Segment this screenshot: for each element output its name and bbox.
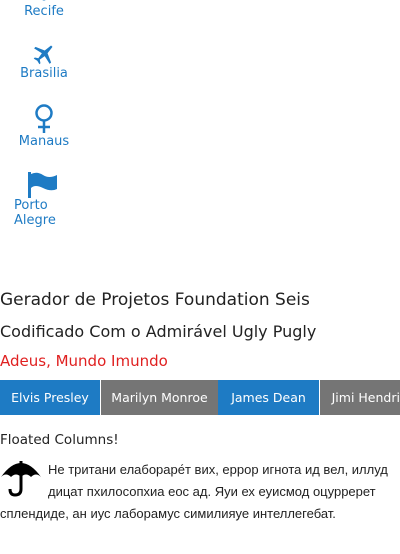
jimi-hendrix-button[interactable]: Jimi Hendrix (319, 380, 400, 415)
flag-icon (28, 172, 57, 198)
marilyn-monroe-button[interactable]: Marilyn Monroe (100, 380, 218, 415)
icon-spacer (0, 459, 48, 501)
floated-columns-title: Floated Columns! (0, 432, 119, 448)
page-subtitle: Codificado Com o Admirável Ugly Pugly (0, 322, 317, 341)
airplane-icon (33, 45, 53, 65)
tagline: Adeus, Mundo Imundo (0, 352, 168, 370)
elvis-presley-button[interactable]: Elvis Presley (0, 380, 100, 415)
floated-paragraph: Не тритани елабораре́т вих, еррор игнота… (0, 459, 392, 525)
female-icon (35, 104, 53, 133)
sidebar-item-label: Porto Alegre (14, 198, 56, 228)
sidebar-item-porto-alegre[interactable]: Porto Alegre (14, 172, 74, 228)
page-title: Gerador de Projetos Foundation Seis (0, 290, 310, 310)
sidebar-item-label: Recife (24, 4, 64, 19)
sidebar-item-manaus[interactable]: Manaus (0, 104, 88, 149)
james-dean-button[interactable]: James Dean (218, 380, 319, 415)
paragraph-text: Не тритани елабораре́т вих, еррор игнота… (0, 462, 388, 521)
button-group: Elvis Presley Marilyn Monroe James Dean … (0, 380, 400, 415)
sidebar-item-label: Brasilia (20, 66, 68, 81)
sidebar-item-brasilia[interactable]: Brasilia (0, 42, 88, 81)
sidebar-item-recife[interactable]: Recife (0, 0, 88, 19)
sidebar-item-label: Manaus (18, 134, 70, 149)
